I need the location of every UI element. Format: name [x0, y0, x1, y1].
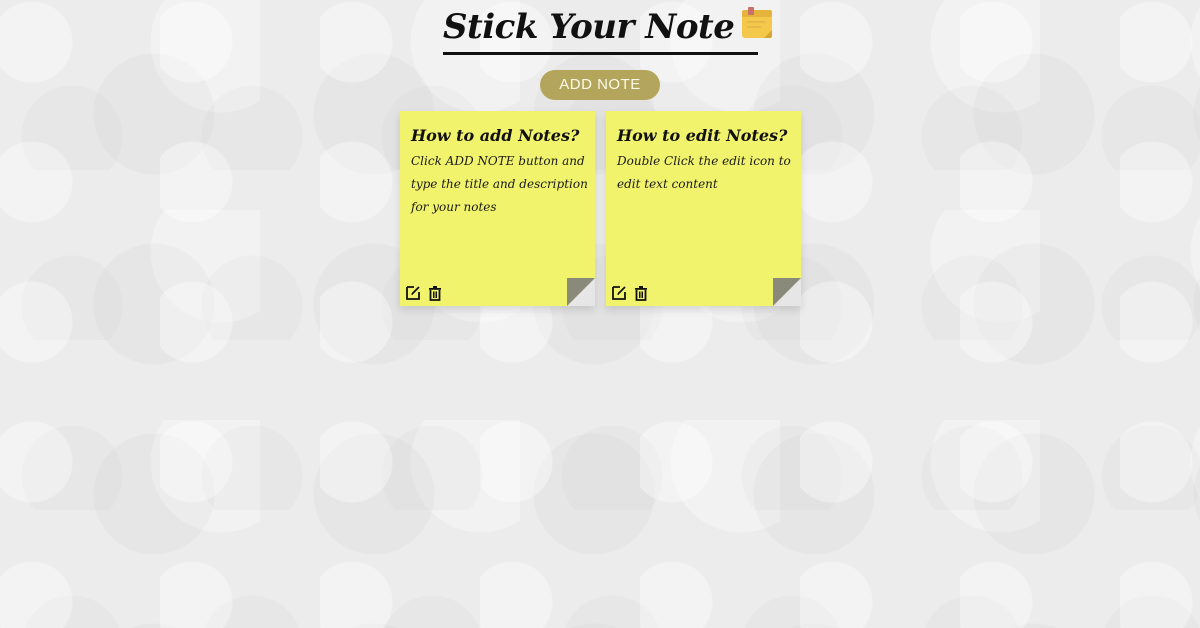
- edit-icon[interactable]: [404, 284, 422, 302]
- note-title[interactable]: How to edit Notes?: [617, 125, 787, 147]
- title-underline: [443, 52, 758, 55]
- add-note-button[interactable]: ADD NOTE: [540, 70, 660, 100]
- note-title[interactable]: How to add Notes?: [411, 125, 579, 147]
- page-title-text: Stick Your Note: [443, 7, 735, 47]
- trash-icon[interactable]: [426, 284, 444, 302]
- sticky-note[interactable]: How to add Notes? Click ADD NOTE button …: [400, 111, 595, 306]
- note-description[interactable]: Double Click the edit icon to edit text …: [617, 150, 812, 196]
- page-curl: [567, 278, 595, 306]
- sticky-note[interactable]: How to edit Notes? Double Click the edit…: [606, 111, 801, 306]
- sticky-note-emoji-icon: [740, 6, 774, 52]
- app-header: Stick Your Note: [0, 0, 1200, 56]
- edit-icon[interactable]: [610, 284, 628, 302]
- note-description[interactable]: Click ADD NOTE button and type the title…: [411, 150, 593, 219]
- page-curl: [773, 278, 801, 306]
- trash-icon[interactable]: [632, 284, 650, 302]
- page-title: Stick Your Note: [443, 4, 773, 52]
